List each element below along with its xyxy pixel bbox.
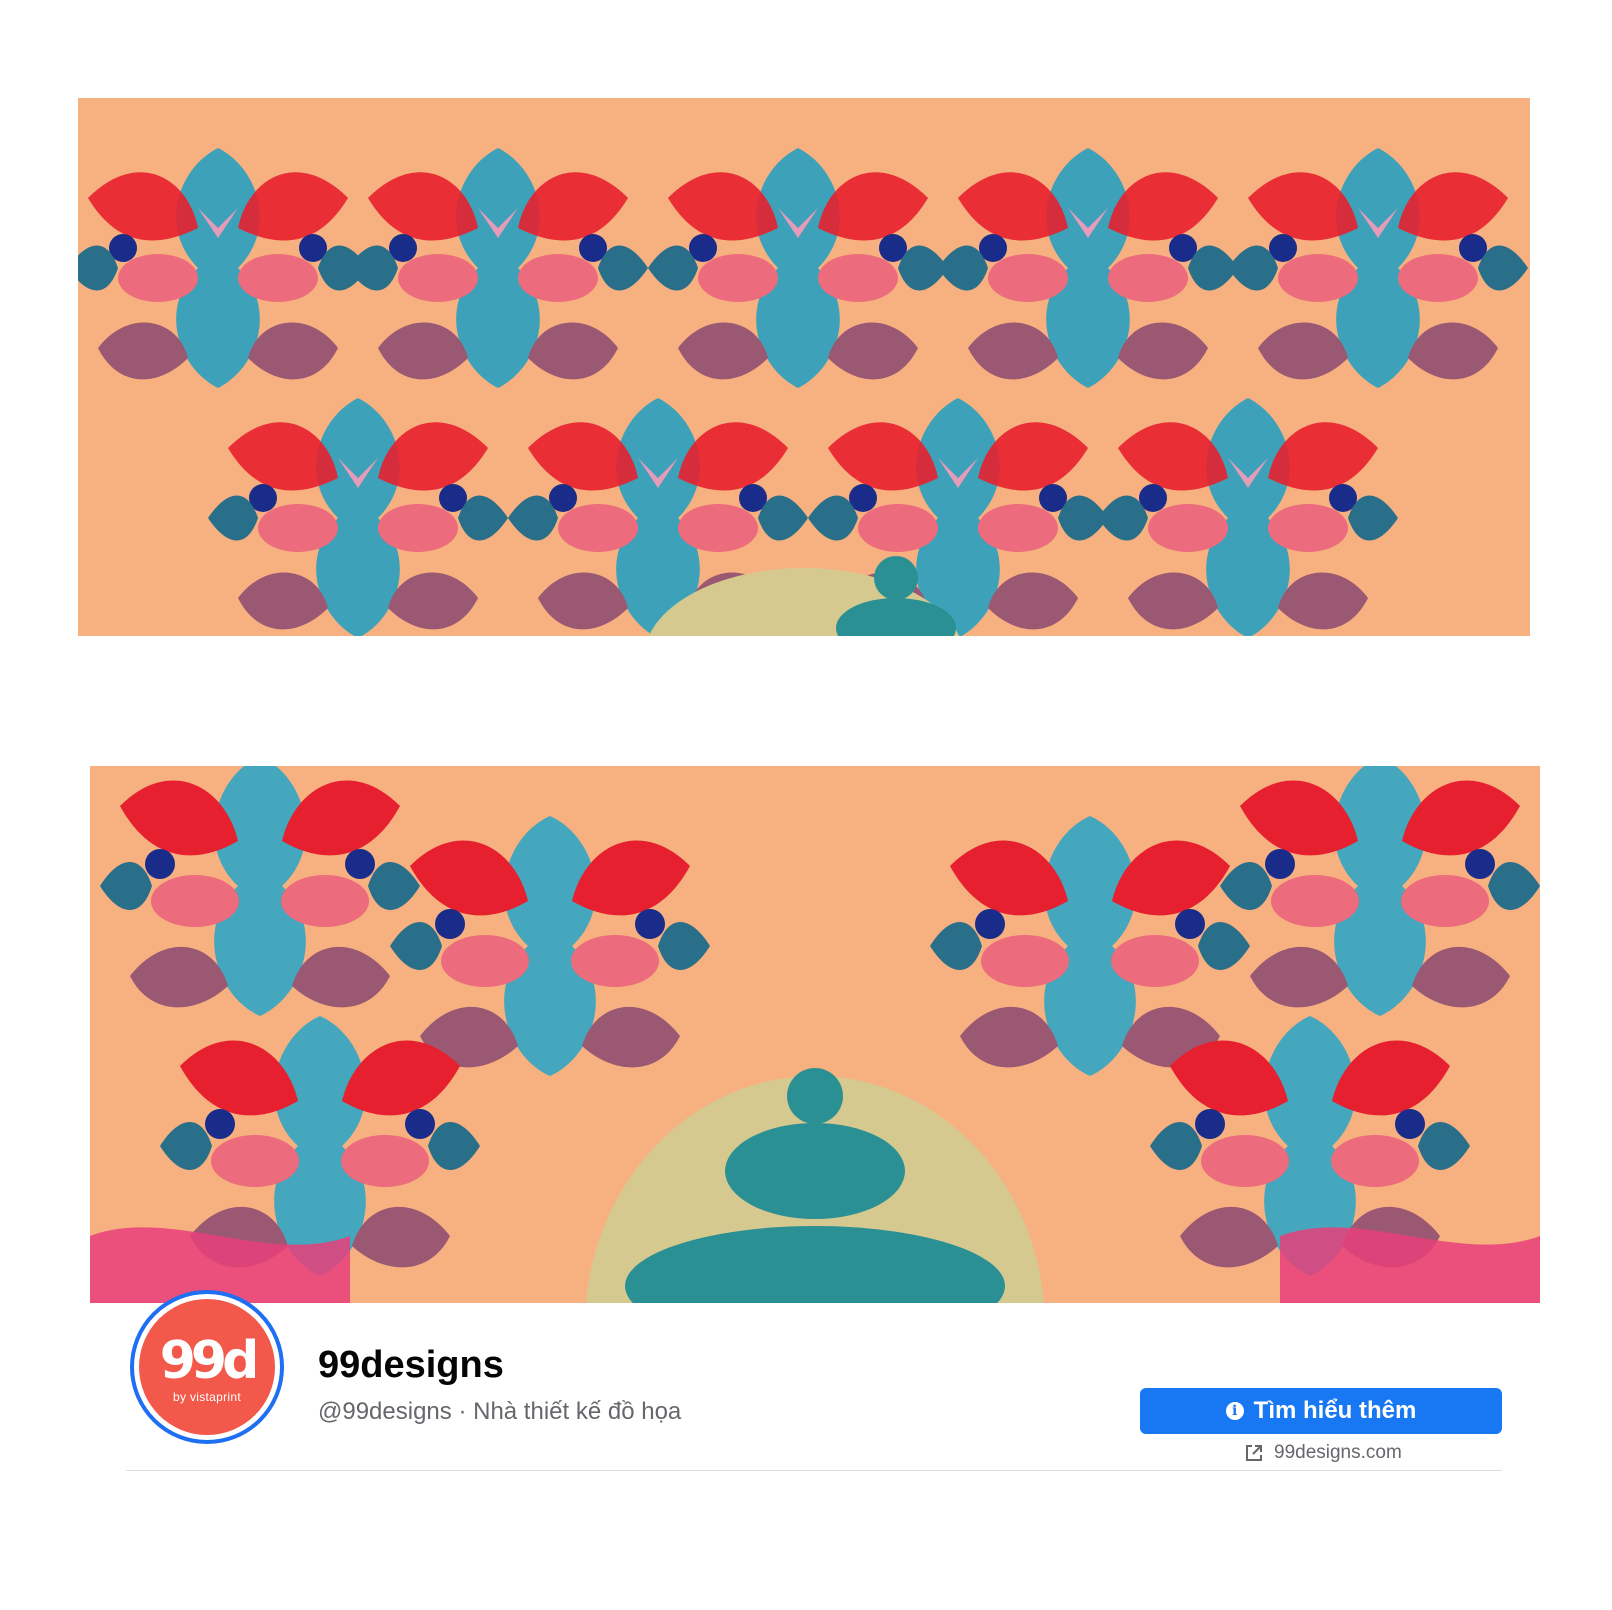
learn-more-button[interactable]: i Tìm hiểu thêm xyxy=(1140,1388,1502,1434)
floral-pattern-bottom xyxy=(90,766,1540,1303)
avatar-logo-circle: 99d by vistaprint xyxy=(139,1299,275,1435)
cover-photo-top xyxy=(78,98,1530,636)
brand-logo-text: 99d xyxy=(159,1331,260,1391)
page-header: 99d by vistaprint 99designs @99designs ·… xyxy=(0,1290,1612,1490)
learn-more-label: Tìm hiểu thêm xyxy=(1253,1397,1417,1424)
website-label: 99designs.com xyxy=(1274,1442,1402,1463)
floral-pattern-top xyxy=(78,98,1530,636)
avatar[interactable]: 99d by vistaprint xyxy=(130,1290,284,1444)
external-link-icon xyxy=(1246,1445,1262,1461)
page-title[interactable]: 99designs xyxy=(318,1344,504,1387)
page-handle-category: @99designs · Nhà thiết kế đồ họa xyxy=(318,1398,682,1425)
info-icon: i xyxy=(1225,1402,1244,1420)
brand-logo-subtext: by vistaprint xyxy=(173,1390,241,1404)
website-link[interactable]: 99designs.com xyxy=(1244,1442,1402,1464)
cover-photo-bottom xyxy=(90,766,1540,1303)
divider xyxy=(126,1470,1502,1471)
